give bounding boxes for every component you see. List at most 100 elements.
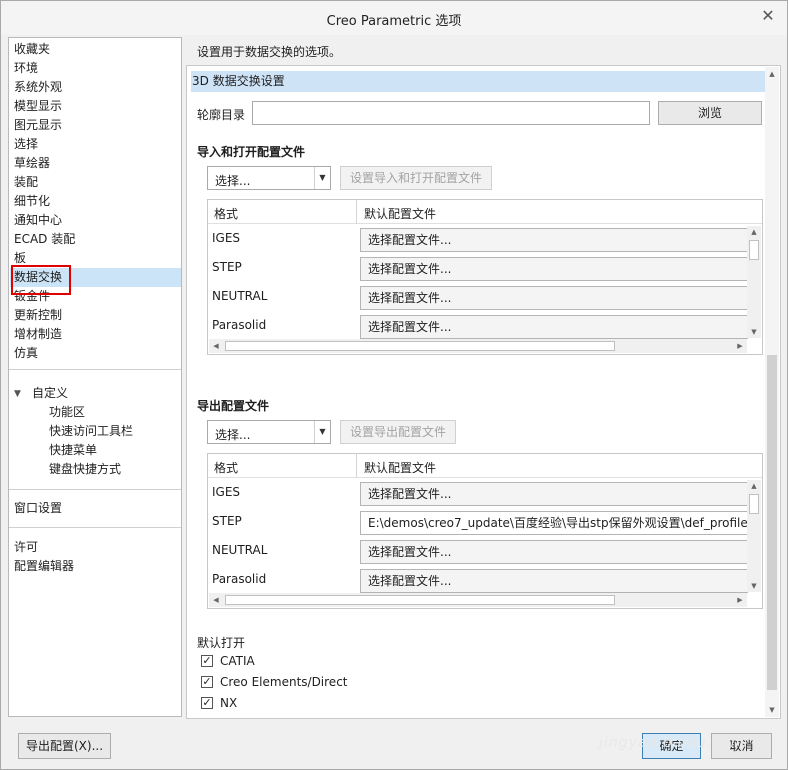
format-label: Parasolid [212,318,267,332]
sidebar-item-quick-access-toolbar[interactable]: 快速访问工具栏 [49,422,133,441]
sidebar-divider [9,489,181,490]
window-title: Creo Parametric 选项 [326,14,462,29]
column-header-format: 格式 [214,207,239,221]
scroll-up-icon[interactable]: ▲ [747,480,761,492]
sidebar-item-notification-center[interactable]: 通知中心 [14,211,62,230]
table-vertical-scrollbar[interactable]: ▲ ▼ [747,226,761,338]
import-profile-table: 格式 默认配置文件 IGES 选择配置文件... STEP 选择配置文件... … [207,199,763,355]
table-vertical-scrollbar[interactable]: ▲ ▼ [747,480,761,592]
table-header: 格式 默认配置文件 [208,200,762,224]
sidebar-item-additive-manufacturing[interactable]: 增材制造 [14,325,62,344]
sidebar-item-update-control[interactable]: 更新控制 [14,306,62,325]
sidebar-item-entity-display[interactable]: 图元显示 [14,116,62,135]
scroll-up-icon[interactable]: ▲ [765,67,779,81]
profile-select-cell[interactable]: 选择配置文件... [360,482,748,506]
sidebar-item-sketcher[interactable]: 草绘器 [14,154,50,173]
profile-select-cell[interactable]: 选择配置文件... [360,540,748,564]
chevron-down-icon[interactable]: ▼ [314,167,330,189]
profile-select-cell[interactable]: 选择配置文件... [360,257,748,281]
sidebar-item-environment[interactable]: 环境 [14,59,38,78]
column-divider [356,200,357,224]
sidebar-item-license[interactable]: 许可 [14,538,38,557]
table-row: IGES 选择配置文件... [208,480,748,509]
format-label: NEUTRAL [212,543,268,557]
sidebar-item-config-editor[interactable]: 配置编辑器 [14,557,74,576]
profile-select-cell[interactable]: 选择配置文件... [360,286,748,310]
checkbox-label-nx: NX [220,696,238,710]
import-select-dropdown[interactable]: 选择... ▼ [207,166,331,190]
profile-select-cell[interactable]: 选择配置文件... [360,315,748,339]
watermark: jingyan.baidu.com [599,735,746,751]
column-header-profile: 默认配置文件 [364,207,437,221]
profile-dir-input[interactable] [252,101,650,125]
sidebar-item-assembly[interactable]: 装配 [14,173,38,192]
scroll-down-icon[interactable]: ▼ [765,703,779,717]
set-export-profile-button[interactable]: 设置导出配置文件 [340,420,456,444]
expand-triangle-icon[interactable]: ▼ [14,389,21,399]
sidebar-item-detailing[interactable]: 细节化 [14,192,50,211]
browse-button[interactable]: 浏览 [658,101,762,125]
table-horizontal-scrollbar[interactable]: ◀ ▶ [209,593,747,607]
profile-select-cell[interactable]: 选择配置文件... [360,569,748,593]
table-row: Parasolid 选择配置文件... [208,313,748,342]
profile-path-cell[interactable]: E:\demos\creo7_update\百度经验\导出stp保留外观设置\d… [360,511,748,535]
profile-dir-label: 轮廓目录 [197,108,246,122]
sidebar-item-ribbon[interactable]: 功能区 [49,403,85,422]
chevron-down-icon[interactable]: ▼ [314,421,330,443]
panel-vertical-scrollbar[interactable]: ▲ ▼ [765,67,779,717]
scroll-right-icon[interactable]: ▶ [733,593,747,607]
scroll-thumb[interactable] [225,595,615,605]
format-label: Parasolid [212,572,267,586]
sidebar-item-simulation[interactable]: 仿真 [14,344,38,363]
table-horizontal-scrollbar[interactable]: ◀ ▶ [209,339,747,353]
export-select-dropdown[interactable]: 选择... ▼ [207,420,331,444]
scroll-right-icon[interactable]: ▶ [733,339,747,353]
sidebar-item-shortcut-menu[interactable]: 快捷菜单 [49,441,97,460]
export-section-title: 导出配置文件 [197,399,270,413]
sidebar-item-window-settings[interactable]: 窗口设置 [14,499,62,518]
sidebar-item-selection[interactable]: 选择 [14,135,38,154]
scroll-left-icon[interactable]: ◀ [209,593,223,607]
scroll-down-icon[interactable]: ▼ [747,580,761,592]
sidebar-item-ecad-assembly[interactable]: ECAD 装配 [14,230,75,249]
sidebar-item-model-display[interactable]: 模型显示 [14,97,62,116]
scroll-down-icon[interactable]: ▼ [747,326,761,338]
scroll-thumb[interactable] [749,494,759,514]
sidebar-item-system-appearance[interactable]: 系统外观 [14,78,62,97]
table-row: NEUTRAL 选择配置文件... [208,538,748,567]
checkbox-creo-elements-direct[interactable]: ✓ [201,676,213,688]
sidebar-item-keyboard-shortcuts[interactable]: 键盘快捷方式 [49,460,121,479]
scroll-left-icon[interactable]: ◀ [209,339,223,353]
import-select-value: 选择... [215,174,251,188]
table-row: Parasolid 选择配置文件... [208,567,748,596]
table-row: STEP 选择配置文件... [208,255,748,284]
scroll-thumb[interactable] [749,240,759,260]
title-bar[interactable]: Creo Parametric 选项 ✕ [1,1,787,35]
checkbox-label-catia: CATIA [220,654,255,668]
column-header-format: 格式 [214,461,239,475]
format-label: STEP [212,514,242,528]
page-description: 设置用于数据交换的选项。 [197,45,342,59]
export-config-button[interactable]: 导出配置(X)... [18,733,111,759]
profile-select-cell[interactable]: 选择配置文件... [360,228,748,252]
sidebar-item-favorites[interactable]: 收藏夹 [14,40,50,59]
scroll-thumb[interactable] [767,355,777,690]
set-import-profile-button[interactable]: 设置导入和打开配置文件 [340,166,492,190]
selection-highlight-box [11,265,71,295]
section-header: 3D 数据交换设置 [191,71,766,92]
sidebar-item-customize[interactable]: 自定义 [32,384,68,403]
default-open-title: 默认打开 [197,636,246,650]
checkbox-nx[interactable]: ✓ [201,697,213,709]
close-icon[interactable]: ✕ [759,7,777,25]
format-label: NEUTRAL [212,289,268,303]
table-row: STEP E:\demos\creo7_update\百度经验\导出stp保留外… [208,509,748,538]
export-profile-table: 格式 默认配置文件 IGES 选择配置文件... STEP E:\demos\c… [207,453,763,609]
scroll-up-icon[interactable]: ▲ [747,226,761,238]
column-header-profile: 默认配置文件 [364,461,437,475]
table-header: 格式 默认配置文件 [208,454,762,478]
checkbox-catia[interactable]: ✓ [201,655,213,667]
checkbox-label-creo-elements-direct: Creo Elements/Direct [220,675,348,689]
scroll-thumb[interactable] [225,341,615,351]
format-label: IGES [212,485,241,499]
options-sidebar: 收藏夹 环境 系统外观 模型显示 图元显示 选择 草绘器 装配 细节化 通知中心… [8,37,182,717]
